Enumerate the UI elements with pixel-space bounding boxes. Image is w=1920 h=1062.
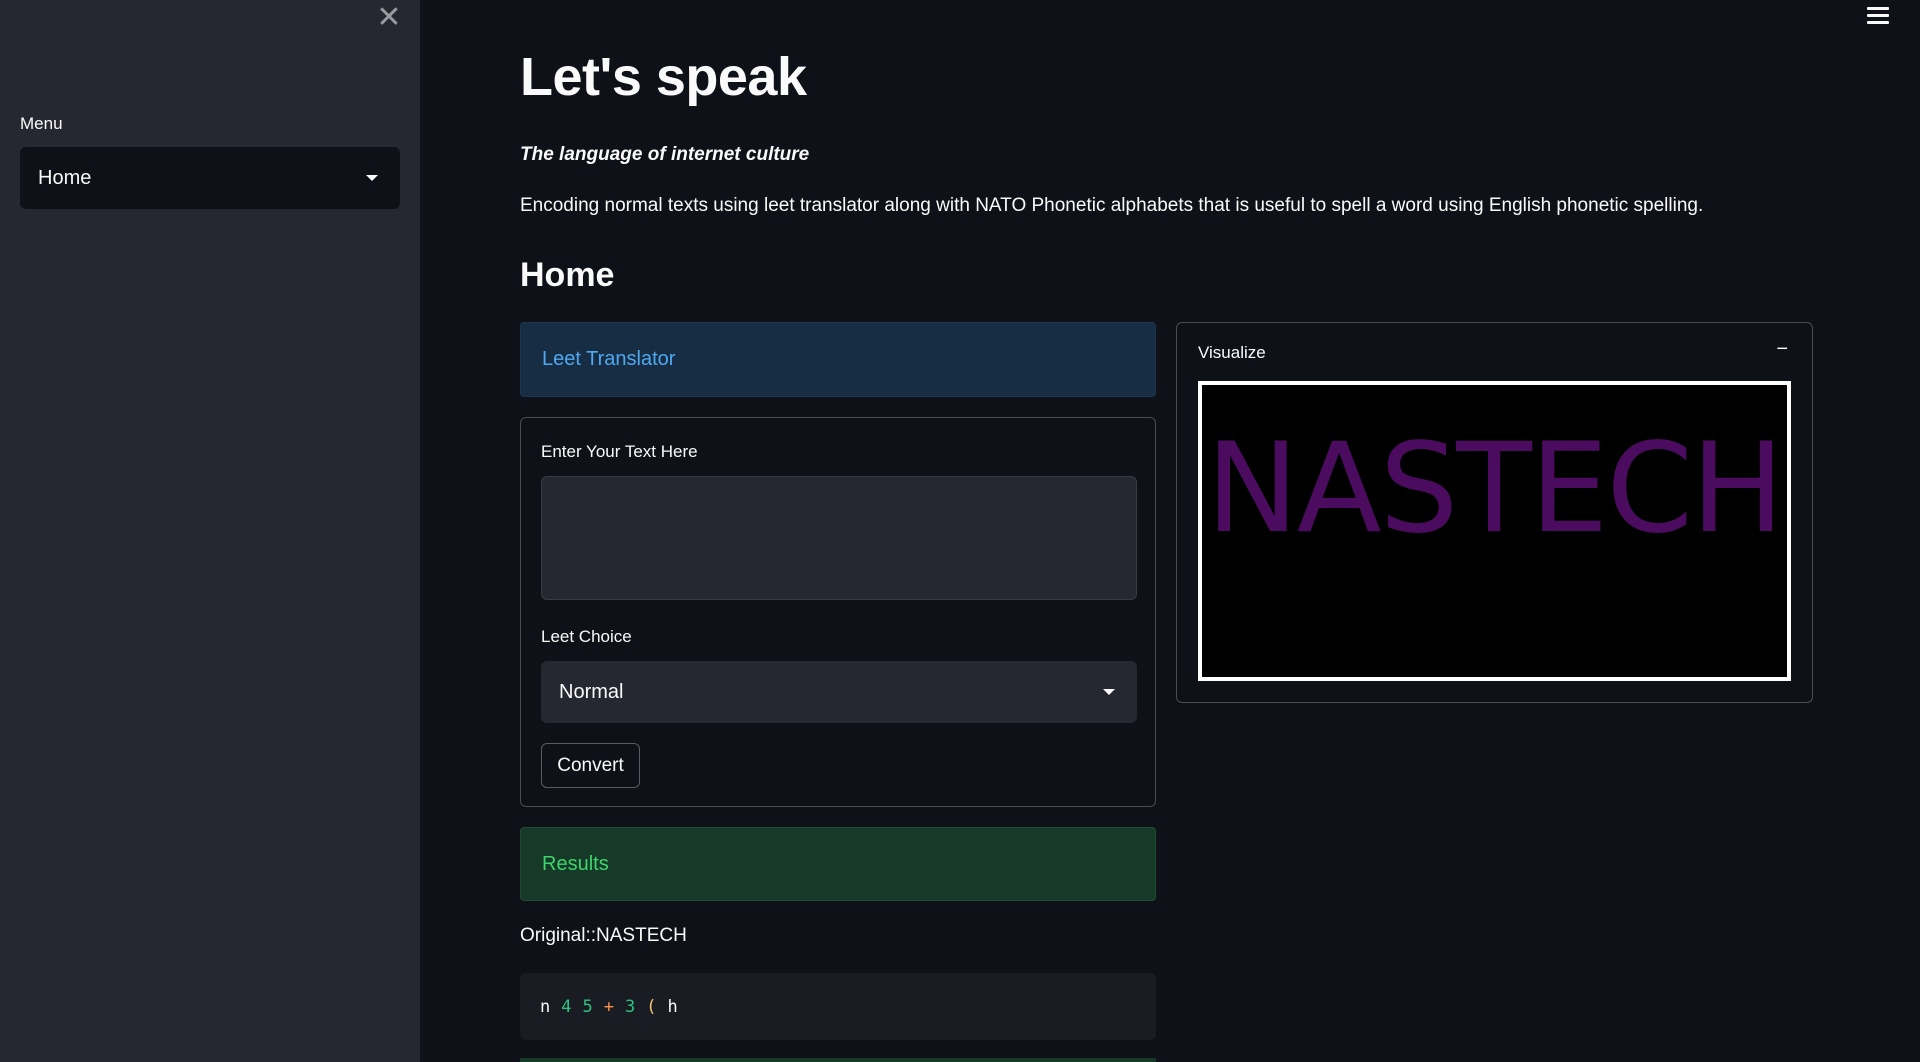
visualize-expander: Visualize − NASTECH [1176,322,1813,703]
leet-token: ( [646,996,657,1017]
info-banner: Leet Translator [520,322,1156,397]
collapse-icon[interactable]: − [1776,338,1788,361]
hamburger-icon[interactable] [1867,7,1889,25]
convert-button[interactable]: Convert [541,743,640,788]
leet-token: 4 [561,996,572,1017]
menu-label: Menu [20,114,63,133]
leet-token: n [540,996,551,1017]
original-text: Original::NASTECH [520,925,687,946]
leet-output: n 4 5 + 3 ( h [520,973,1156,1040]
menu-select-value: Home [38,166,92,189]
chevron-down-icon [1103,689,1115,695]
leet-choice-select[interactable]: Normal [541,661,1137,723]
text-input[interactable] [541,476,1137,600]
leet-choice-label: Leet Choice [541,627,632,646]
leet-token: 5 [582,996,593,1017]
visualize-image: NASTECH [1198,381,1791,681]
page-title: Let's speak [520,47,807,107]
section-heading: Home [520,256,615,294]
leet-choice-value: Normal [559,680,624,703]
text-input-label: Enter Your Text Here [541,442,698,461]
translator-form: Enter Your Text Here Leet Choice Normal … [520,417,1156,807]
visualize-title[interactable]: Visualize [1198,343,1266,363]
results-banner: Results [520,827,1156,901]
info-banner-text: Leet Translator [542,348,676,370]
sidebar: ✕ Menu Home [0,0,420,1062]
leet-token: h [667,996,678,1017]
close-icon[interactable]: ✕ [376,3,402,33]
page-subtitle: The language of internet culture [520,144,810,165]
menu-select[interactable]: Home [20,147,400,209]
next-banner-edge [520,1058,1156,1062]
leet-token: 3 [625,996,636,1017]
visualize-image-word: NASTECH [1206,417,1784,561]
leet-token: + [603,996,614,1017]
results-banner-text: Results [542,852,609,875]
page-description: Encoding normal texts using leet transla… [520,195,1704,216]
chevron-down-icon [366,175,378,181]
